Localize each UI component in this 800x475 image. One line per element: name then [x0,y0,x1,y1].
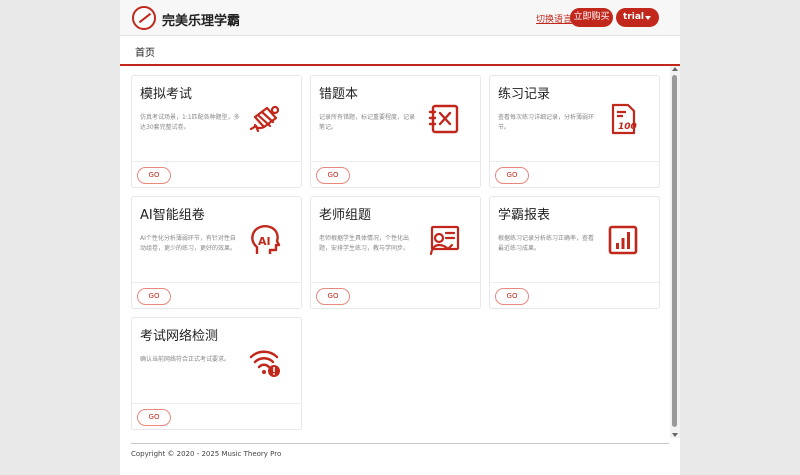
scrollbar-thumb[interactable] [672,75,677,427]
go-button[interactable]: GO [495,288,529,305]
card-teacher-paper: 老师组题 老师根据学生具体情况，个性化出题，安排学生练习，教与学同步。 GO [310,196,481,309]
card-ai-paper: AI智能组卷 AI个性化分析薄弱环节，有针对性自动组卷，更少的练习，更好的效果。… [131,196,302,309]
svg-text:AI: AI [258,235,271,248]
wifi-warning-icon [249,350,280,377]
scroll-up-arrow-icon[interactable] [672,67,678,71]
top-header: 完美乐理学霸 切换语言 立即购买 trial [120,0,680,36]
breadcrumb-home[interactable]: 首页 [135,44,155,59]
card-divider [132,403,301,404]
card-divider [311,161,480,162]
go-button[interactable]: GO [137,288,171,305]
card-description: 查看每次练习详细记录，分析薄弱环节。 [498,114,595,131]
card-title: AI智能组卷 [140,208,205,223]
go-button[interactable]: GO [316,167,350,184]
user-menu-label: trial [623,12,644,22]
card-description: 确认当前网络符合正式考试要求。 [140,356,231,363]
caret-down-icon [645,16,651,20]
go-button[interactable]: GO [316,288,350,305]
card-description: 根据练习记录分析练习正确率，查看最近练习成果。 [498,235,595,252]
card-divider [490,282,659,283]
card-divider [132,161,301,162]
buy-now-button[interactable]: 立即购买 [570,8,613,27]
card-description: 记录所有错题，标记重要程度，记录笔记。 [319,114,416,131]
score-100-icon: 100 [611,103,637,135]
card-title: 学霸报表 [498,208,551,223]
card-description: 仿真考试场景，1:1匹配各种题型，多达30套完整试卷。 [140,114,240,131]
switch-language-link[interactable]: 切换语言 [536,12,572,25]
go-button[interactable]: GO [495,167,529,184]
card-practice-record: 练习记录 查看每次练习详细记录，分析薄弱环节。 100 GO [489,75,660,188]
brand-name: 完美乐理学霸 [162,14,241,29]
card-divider [311,282,480,283]
svg-text:100: 100 [618,122,637,132]
user-menu-button[interactable]: trial [616,8,659,27]
card-divider [132,282,301,283]
card-title: 考试网络检测 [140,329,219,344]
footer-divider [131,443,669,444]
copyright-text: Copyright © 2020 - 2025 Music Theory Pro [131,450,282,458]
feature-grid: 模拟考试 仿真考试场景，1:1匹配各种题型，多达30套完整试卷。 GO 错题本 … [120,66,676,438]
diploma-scroll-icon [249,105,280,133]
card-title: 错题本 [319,87,359,102]
teacher-board-icon [429,225,460,256]
ai-head-icon: AI [251,225,281,254]
card-report: 学霸报表 根据练习记录分析练习正确率，查看最近练习成果。 GO [489,196,660,309]
card-title: 练习记录 [498,87,551,102]
go-button[interactable]: GO [137,167,171,184]
go-button[interactable]: GO [137,409,171,426]
card-title: 老师组题 [319,208,372,223]
card-description: AI个性化分析薄弱环节，有针对性自动组卷，更少的练习，更好的效果。 [140,235,237,252]
scroll-down-arrow-icon[interactable] [672,433,678,437]
card-divider [490,161,659,162]
logo [132,6,156,30]
card-mistake-book: 错题本 记录所有错题，标记重要程度，记录笔记。 GO [310,75,481,188]
card-network-check: 考试网络检测 确认当前网络符合正式考试要求。 GO [131,317,302,430]
wrong-answer-book-icon [428,104,459,134]
card-description: 老师根据学生具体情况，个性化出题，安排学生练习，教与学同步。 [319,235,410,252]
card-title: 模拟考试 [140,87,193,102]
card-mock-exam: 模拟考试 仿真考试场景，1:1匹配各种题型，多达30套完整试卷。 GO [131,75,302,188]
app-window: 完美乐理学霸 切换语言 立即购买 trial 首页 模拟考试 仿真考试场景，1:… [120,0,680,475]
bar-chart-icon [608,225,638,255]
